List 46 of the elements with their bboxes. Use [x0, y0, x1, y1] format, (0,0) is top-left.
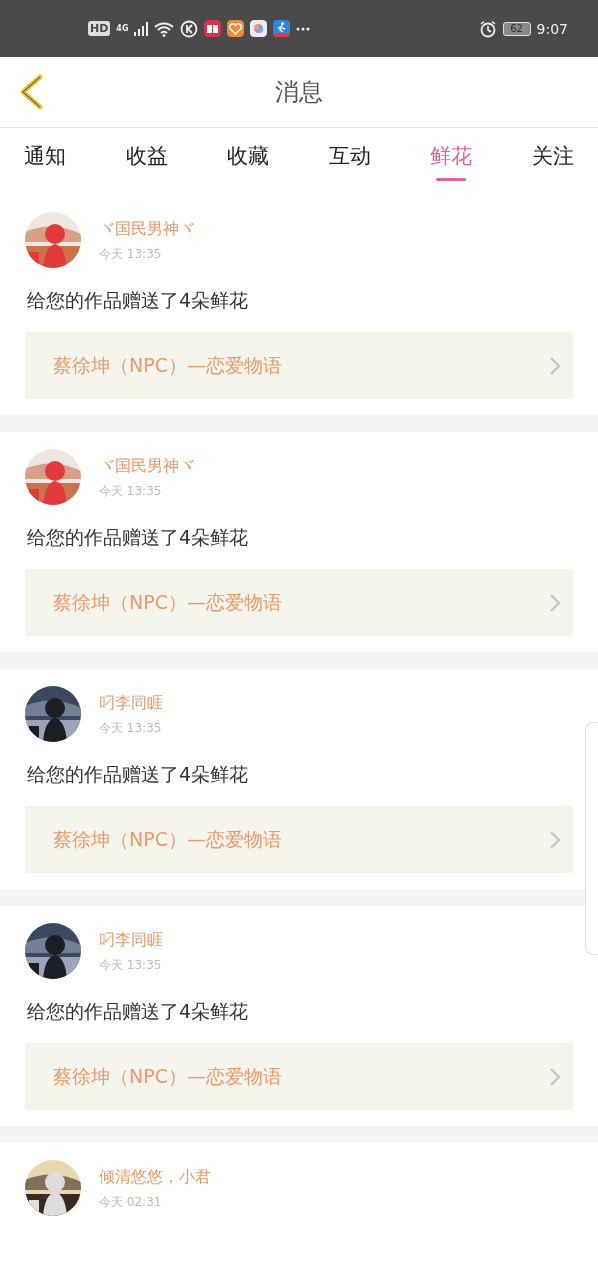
work-title: 蔡徐坤（NPC）—恋爱物语	[53, 352, 282, 378]
alarm-icon	[478, 19, 497, 38]
message-text: 给您的作品赠送了4朵鲜花	[27, 525, 250, 550]
k-circle-icon	[180, 19, 199, 38]
work-title: 蔡徐坤（NPC）—恋爱物语	[53, 1063, 282, 1089]
sender-name[interactable]: 叼李同睚	[99, 930, 163, 951]
clock-time: 9:07	[536, 20, 568, 37]
chevron-right-icon	[549, 355, 561, 376]
hd-indicator: HD	[88, 21, 111, 36]
heart-app-icon	[227, 20, 245, 37]
work-title: 蔡徐坤（NPC）—恋爱物语	[53, 589, 282, 615]
message-time: 今天 13:35	[99, 483, 163, 500]
network-type: 4G	[116, 24, 129, 33]
sender-name[interactable]: ヾ国民男神ヾ	[99, 456, 195, 477]
tab[interactable]: 收益	[125, 128, 168, 195]
chevron-right-icon	[549, 829, 561, 850]
sender-name[interactable]: 叼李同睚	[99, 693, 163, 714]
message-text: 给您的作品赠送了4朵鲜花	[27, 288, 250, 313]
flower-app-icon	[250, 20, 268, 37]
message-time: 今天 13:35	[99, 957, 163, 974]
signal-icon	[134, 21, 149, 36]
battery-indicator: 62	[502, 21, 531, 36]
tab[interactable]: 互动	[328, 128, 371, 195]
work-link[interactable]: 蔡徐坤（NPC）—恋爱物语	[25, 569, 573, 636]
sender-name[interactable]: 倾清悠悠，小君	[99, 1167, 211, 1188]
work-link[interactable]: 蔡徐坤（NPC）—恋爱物语	[25, 332, 573, 399]
page-title: 消息	[275, 77, 323, 108]
chevron-right-icon	[549, 592, 561, 613]
wifi-icon	[154, 20, 175, 37]
runner-app-icon	[273, 20, 291, 37]
more-icon	[296, 26, 311, 31]
sender-name[interactable]: ヾ国民男神ヾ	[99, 219, 195, 240]
tab[interactable]: 通知	[24, 128, 66, 195]
message-time: 今天 13:35	[99, 720, 163, 737]
work-title: 蔡徐坤（NPC）—恋爱物语	[53, 826, 282, 852]
work-link[interactable]: 蔡徐坤（NPC）—恋爱物语	[25, 806, 573, 873]
message-time: 今天 02:31	[99, 1194, 163, 1211]
chevron-right-icon	[549, 1066, 561, 1087]
message-text: 给您的作品赠送了4朵鲜花	[27, 762, 250, 787]
work-link[interactable]: 蔡徐坤（NPC）—恋爱物语	[25, 1043, 573, 1110]
tab[interactable]: 关注	[531, 128, 574, 195]
message-text: 给您的作品赠送了4朵鲜花	[27, 999, 250, 1024]
tab[interactable]: 鲜花	[430, 128, 473, 195]
tab[interactable]: 收藏	[227, 128, 270, 195]
book-app-icon	[204, 20, 222, 37]
message-time: 今天 13:35	[99, 246, 163, 263]
